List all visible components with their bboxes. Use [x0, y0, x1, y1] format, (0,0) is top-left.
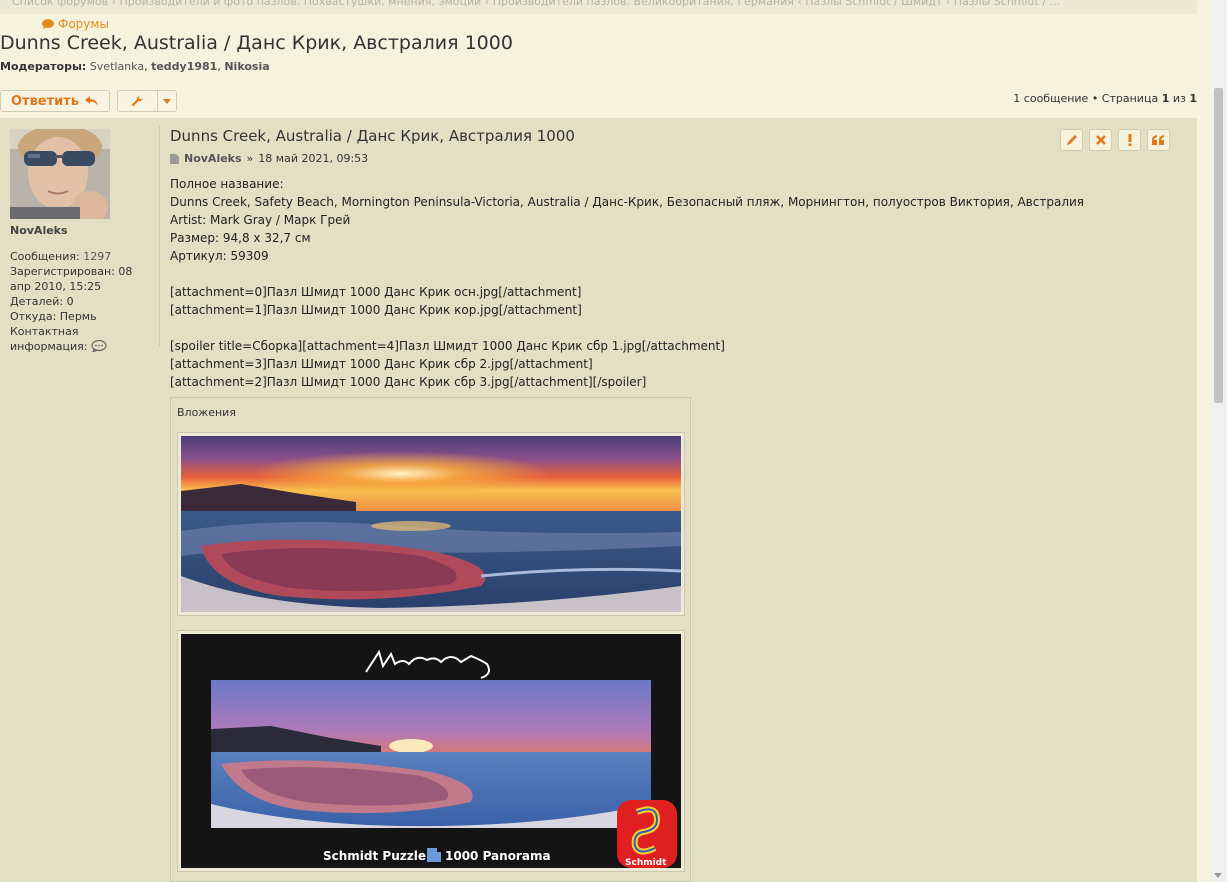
location-value: Пермь	[59, 310, 97, 323]
reply-arrow-icon	[85, 95, 99, 106]
post: NovAleks Сообщения: 1297 Зарегистрирован…	[0, 118, 1197, 882]
topic-tools-button[interactable]	[117, 90, 177, 112]
contact-bubble-icon[interactable]	[91, 339, 107, 354]
post-line-blank	[170, 319, 1170, 337]
box-count-text: 1000 Panorama	[445, 849, 551, 863]
page-title[interactable]: Dunns Creek, Australia / Данс Крик, Авст…	[0, 32, 513, 54]
forums-link[interactable]: Форумы	[42, 17, 109, 31]
post-content: Полное название: Dunns Creek, Safety Bea…	[170, 175, 1170, 391]
breadcrumb-bar: Список форумов ‹ Производители и фото па…	[0, 0, 1197, 14]
edit-icon	[1066, 135, 1077, 145]
post-line: Artist: Mark Gray / Марк Грей	[170, 213, 351, 227]
post-author[interactable]: NovAleks	[184, 152, 242, 165]
profile-username[interactable]: NovAleks	[10, 224, 68, 237]
speech-bubble-icon	[42, 19, 54, 29]
forums-link-label: Форумы	[58, 17, 109, 31]
wrench-icon	[118, 95, 157, 108]
report-button[interactable]	[1118, 129, 1141, 151]
post-line-blank	[170, 265, 1170, 283]
attachments-box: Вложения Schmidt Puzzle 1000 Panorama Sc…	[170, 397, 691, 882]
post-line: Размер: 94,8 х 32,7 см	[170, 231, 311, 245]
post-line: [attachment=2]Пазл Шмидт 1000 Данс Крик …	[170, 375, 647, 389]
post-line: [attachment=3]Пазл Шмидт 1000 Данс Крик …	[170, 357, 593, 371]
post-meta: NovAleks » 18 май 2021, 09:53	[170, 152, 368, 165]
location-label: Откуда:	[10, 310, 57, 323]
current-page: 1	[1161, 92, 1170, 105]
scrollbar-thumb[interactable]	[1214, 88, 1223, 403]
avatar[interactable]	[10, 129, 110, 219]
post-line: Артикул: 59309	[170, 249, 269, 263]
scrollbar[interactable]	[1210, 0, 1227, 882]
post-actions	[1060, 129, 1170, 151]
registered-label: Зарегистрирован:	[10, 265, 115, 278]
attachment-image-puzzle[interactable]	[177, 432, 685, 616]
profile-stats: Сообщения: 1297 Зарегистрирован: 08 апр …	[10, 249, 140, 354]
pagination: 1 сообщение • Страница 1 из 1	[1013, 92, 1197, 105]
post-document-icon[interactable]	[170, 153, 179, 164]
post-line: [attachment=0]Пазл Шмидт 1000 Данс Крик …	[170, 285, 582, 299]
box-brand-text: Schmidt Puzzle	[323, 849, 426, 863]
breadcrumb[interactable]: Список форумов ‹ Производители и фото па…	[12, 0, 1060, 8]
post-line: [spoiler title=Сборка][attachment=4]Пазл…	[170, 339, 725, 353]
scroll-down-arrow-icon[interactable]	[1214, 873, 1222, 878]
attachments-title: Вложения	[177, 406, 236, 419]
delete-icon	[1095, 135, 1106, 145]
post-line: [attachment=1]Пазл Шмидт 1000 Данс Крик …	[170, 303, 582, 317]
post-count: 1 сообщение • Страница	[1013, 92, 1159, 105]
box-logo-text: Schmidt	[625, 858, 667, 868]
attachment-image-box[interactable]: Schmidt Puzzle 1000 Panorama Schmidt	[177, 630, 685, 872]
pagination-of: из	[1172, 92, 1186, 105]
reply-button[interactable]: Ответить	[0, 90, 110, 112]
edit-button[interactable]	[1060, 129, 1083, 151]
post-title[interactable]: Dunns Creek, Australia / Данс Крик, Авст…	[170, 127, 575, 145]
meta-separator: »	[246, 152, 254, 165]
moderators-line: Модераторы: Svetlanka, teddy1981, Nikosi…	[0, 60, 270, 73]
delete-button[interactable]	[1089, 129, 1112, 151]
chevron-down-icon[interactable]	[156, 91, 176, 111]
post-line: Полное название:	[170, 177, 284, 191]
moderator-link[interactable]: teddy1981	[151, 60, 217, 73]
post-line: Dunns Creek, Safety Beach, Mornington Pe…	[170, 195, 1085, 209]
details-count: 0	[66, 295, 74, 308]
contact-label: Контактная информация:	[10, 325, 88, 353]
moderator-link[interactable]: Svetlanka	[90, 60, 144, 73]
posts-count[interactable]: 1297	[83, 250, 111, 263]
details-label: Деталей:	[10, 295, 64, 308]
moderator-link[interactable]: Nikosia	[224, 60, 269, 73]
total-pages: 1	[1189, 92, 1197, 105]
quote-icon	[1152, 135, 1164, 145]
quote-button[interactable]	[1147, 129, 1170, 151]
report-icon	[1128, 134, 1131, 146]
post-date: 18 май 2021, 09:53	[258, 152, 369, 165]
moderators-label: Модераторы:	[0, 60, 87, 73]
posts-label: Сообщения:	[10, 250, 80, 263]
reply-button-label: Ответить	[10, 93, 80, 109]
profile-divider	[159, 126, 160, 346]
